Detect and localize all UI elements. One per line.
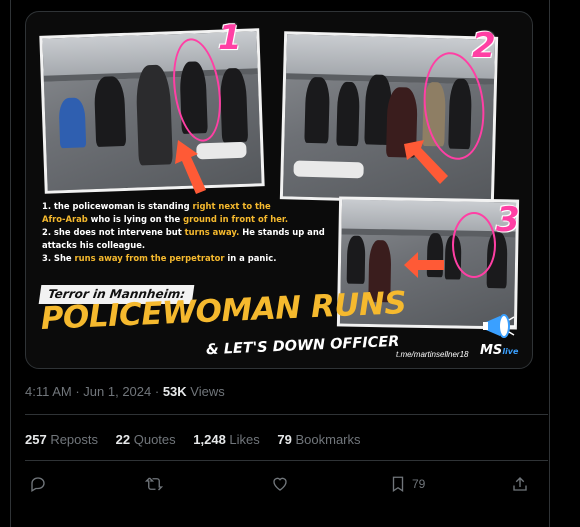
caption-line: 2. she does not intervene but turns away… [42, 227, 325, 237]
arrow-1 [175, 140, 206, 194]
stat-reposts[interactable]: 257 Reposts [25, 432, 98, 447]
tweet-image[interactable]: 1 2 3 1. the policewoman is standing rig… [25, 11, 533, 369]
panel-number-1: 1 [218, 18, 242, 58]
divider [25, 414, 548, 415]
share-icon [513, 477, 527, 491]
tweet-date[interactable]: Jun 1, 2024 [83, 384, 151, 399]
caption-line: attacks his colleague. [42, 240, 146, 250]
panel-number-3: 3 [496, 200, 520, 240]
tweet-time[interactable]: 4:11 AM [25, 384, 72, 399]
divider [25, 460, 548, 461]
views-count: 53K [162, 384, 187, 399]
caption-line: Afro-Arab who is lying on the ground in … [42, 214, 289, 224]
bookmark-button[interactable]: 79 [389, 470, 425, 498]
megaphone-icon [483, 314, 515, 338]
arrow-3 [404, 252, 444, 278]
caption-line: 1. the policewoman is standing right nex… [42, 201, 271, 211]
views-label: Views [186, 384, 225, 399]
highlight-ellipse-3 [452, 212, 496, 278]
tweet-actions: 79 [25, 470, 531, 498]
arrow-2 [404, 140, 448, 184]
reply-icon [31, 477, 45, 492]
stat-likes[interactable]: 1,248 Likes [193, 432, 260, 447]
reply-button[interactable] [29, 470, 47, 498]
bookmark-count: 79 [412, 477, 426, 491]
repost-button[interactable] [145, 470, 163, 498]
repost-icon [145, 477, 163, 491]
stat-bookmarks[interactable]: 79 Bookmarks [277, 432, 360, 447]
image-subhead: & LET'S DOWN OFFICER [205, 333, 400, 359]
heart-icon [273, 477, 287, 491]
caption-line: 3. She runs away from the perpetrator in… [42, 253, 277, 263]
ms-logo: MSlive [480, 343, 519, 358]
like-button[interactable] [271, 470, 289, 498]
tweet-stats: 257 Reposts 22 Quotes 1,248 Likes 79 Boo… [25, 432, 375, 447]
panel-number-2: 2 [472, 26, 496, 66]
telegram-handle: t.me/martinsellner18 [396, 350, 469, 359]
share-button[interactable] [511, 470, 529, 498]
tweet-meta: 4:11 AM · Jun 1, 2024 · 53K Views [25, 384, 225, 399]
stat-quotes[interactable]: 22 Quotes [116, 432, 176, 447]
image-caption: 1. the policewoman is standing right nex… [42, 200, 342, 265]
bookmark-icon [392, 476, 404, 493]
